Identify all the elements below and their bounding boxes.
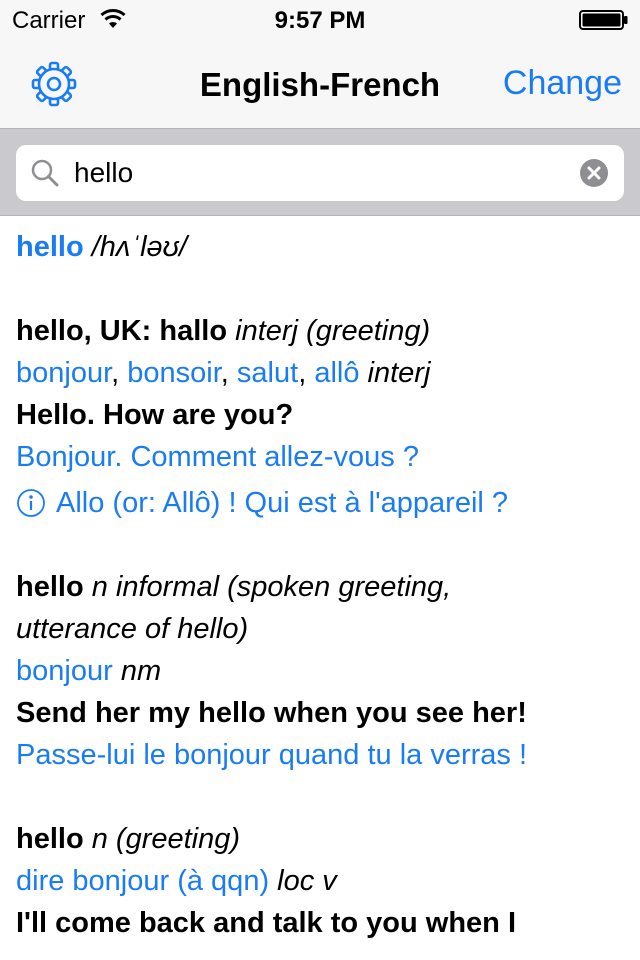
search-icon bbox=[31, 159, 59, 187]
example-english: Hello. How are you? bbox=[16, 399, 294, 431]
entry-pos: interj (greeting) bbox=[235, 315, 431, 347]
clear-search-icon[interactable] bbox=[580, 159, 608, 187]
translation-link[interactable]: allô bbox=[314, 357, 359, 389]
info-icon[interactable] bbox=[16, 488, 46, 518]
separator: , bbox=[220, 357, 237, 389]
change-button[interactable]: Change bbox=[503, 64, 622, 103]
entry-term-line: hello n informal (spoken greeting, bbox=[16, 566, 628, 608]
navigation-bar: English-French Change bbox=[0, 40, 640, 128]
usage-note: Allo (or: Allô) ! Qui est à l'appareil ? bbox=[16, 482, 628, 524]
entry-pos: n informal (spoken greeting, bbox=[91, 571, 452, 603]
separator: , bbox=[111, 357, 128, 389]
example-french: Passe-lui le bonjour quand tu la verras … bbox=[16, 739, 528, 771]
battery-icon bbox=[579, 10, 628, 30]
separator: , bbox=[298, 357, 315, 389]
example-english: I'll come back and talk to you when I bbox=[16, 907, 517, 939]
headword-line: hello /hʌˈləʊ/ bbox=[16, 226, 628, 268]
translation-link[interactable]: salut bbox=[237, 357, 298, 389]
translation-line: bonjour nm bbox=[16, 650, 628, 692]
example-french: Bonjour. Comment allez-vous ? bbox=[16, 441, 419, 473]
example-english: Send her my hello when you see her! bbox=[16, 697, 527, 729]
translation-pos: interj bbox=[367, 357, 431, 389]
translation-pos: loc v bbox=[277, 865, 337, 897]
gear-icon[interactable] bbox=[30, 60, 78, 108]
usage-note-text[interactable]: Allo (or: Allô) ! Qui est à l'appareil ? bbox=[56, 482, 508, 524]
entry-pos-continued: utterance of hello) bbox=[16, 613, 249, 645]
translation-link[interactable]: dire bonjour (à qqn) bbox=[16, 865, 269, 897]
translation-line: dire bonjour (à qqn) loc v bbox=[16, 860, 628, 902]
translation-link[interactable]: bonsoir bbox=[127, 357, 221, 389]
translation-pos: nm bbox=[120, 655, 162, 687]
translation-link[interactable]: bonjour bbox=[16, 655, 113, 687]
search-bar bbox=[0, 128, 640, 216]
status-time: 9:57 PM bbox=[274, 7, 366, 34]
headword[interactable]: hello bbox=[16, 231, 84, 263]
pronunciation: /hʌˈləʊ/ bbox=[91, 231, 188, 263]
translation-line: bonjour, bonsoir, salut, allô interj bbox=[16, 352, 628, 394]
entry-term-line: hello n (greeting) bbox=[16, 818, 628, 860]
translation-link[interactable]: bonjour bbox=[16, 357, 111, 389]
entry-term: hello, UK: hallo bbox=[16, 315, 228, 347]
entry-term: hello bbox=[16, 571, 84, 603]
status-bar: Carrier 9:57 PM bbox=[0, 0, 640, 40]
search-field[interactable] bbox=[16, 145, 624, 201]
entry-term-line: hello, UK: hallo interj (greeting) bbox=[16, 310, 628, 352]
search-input[interactable] bbox=[74, 155, 564, 191]
dictionary-results: hello /hʌˈləʊ/ hello, UK: hallo interj (… bbox=[16, 226, 628, 944]
entry-pos: n (greeting) bbox=[91, 823, 241, 855]
entry-term: hello bbox=[16, 823, 84, 855]
